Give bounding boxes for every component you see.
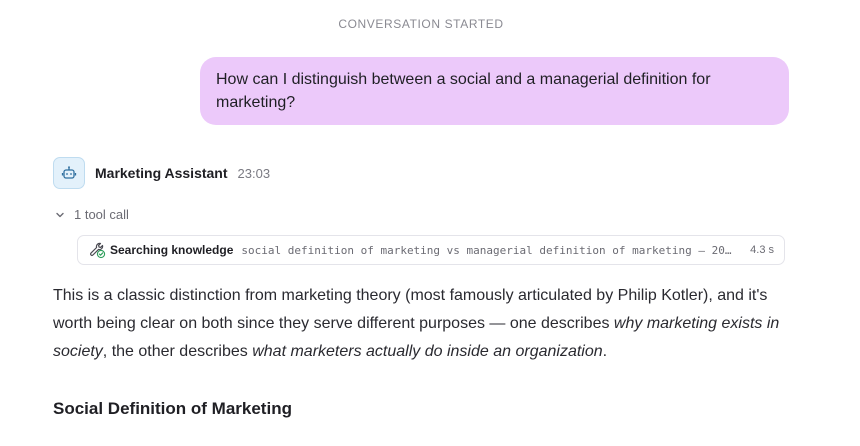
message-text: . xyxy=(602,343,608,360)
tool-call-query: social definition of marketing vs manage… xyxy=(241,243,732,257)
wrench-check-icon xyxy=(90,242,106,259)
tool-call-label: Searching knowledge xyxy=(110,243,234,257)
tool-calls-toggle[interactable]: 1 tool call xyxy=(53,207,129,222)
tool-call-duration: 4.3 s xyxy=(750,244,774,256)
tool-calls-toggle-label: 1 tool call xyxy=(74,207,129,222)
robot-icon xyxy=(61,166,77,179)
message-text: , the other describes xyxy=(102,343,253,360)
chevron-down-icon xyxy=(56,212,64,217)
chat-transcript: CONVERSATION STARTED How can I distingui… xyxy=(0,0,860,446)
assistant-avatar xyxy=(53,157,85,189)
message-emphasis: what marketers actually do inside an org… xyxy=(252,343,603,360)
user-message-text: How can I distinguish between a social a… xyxy=(216,71,711,111)
assistant-message-paragraph: This is a classic distinction from marke… xyxy=(53,282,783,366)
message-timestamp: 23:03 xyxy=(237,165,271,181)
section-heading: Social Definition of Marketing xyxy=(53,399,292,418)
tool-call-card[interactable]: Searching knowledge social definition of… xyxy=(77,235,785,265)
assistant-name: Marketing Assistant xyxy=(95,165,228,181)
conversation-started-label: CONVERSATION STARTED xyxy=(338,17,504,31)
assistant-header: Marketing Assistant 23:03 xyxy=(53,157,270,189)
user-message-bubble: How can I distinguish between a social a… xyxy=(200,57,789,125)
